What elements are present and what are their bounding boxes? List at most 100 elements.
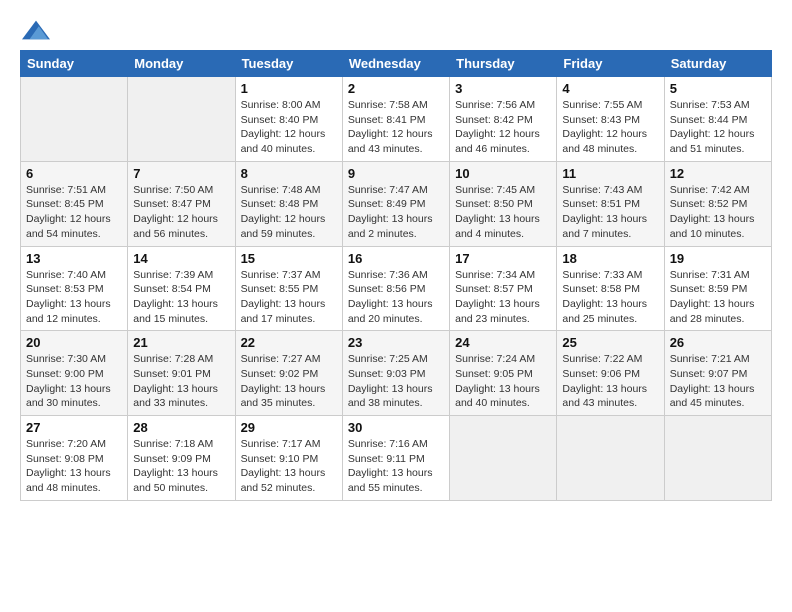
day-number: 15 bbox=[241, 251, 337, 266]
day-number: 25 bbox=[562, 335, 658, 350]
calendar-cell: 4Sunrise: 7:55 AMSunset: 8:43 PMDaylight… bbox=[557, 77, 664, 162]
calendar-header-sunday: Sunday bbox=[21, 51, 128, 77]
page: SundayMondayTuesdayWednesdayThursdayFrid… bbox=[0, 0, 792, 612]
day-number: 8 bbox=[241, 166, 337, 181]
day-number: 28 bbox=[133, 420, 229, 435]
day-number: 3 bbox=[455, 81, 551, 96]
day-number: 16 bbox=[348, 251, 444, 266]
calendar-cell: 16Sunrise: 7:36 AMSunset: 8:56 PMDayligh… bbox=[342, 246, 449, 331]
calendar-header-thursday: Thursday bbox=[450, 51, 557, 77]
day-info: Sunrise: 7:40 AMSunset: 8:53 PMDaylight:… bbox=[26, 268, 122, 327]
calendar-cell: 7 Sunrise: 7:50 AMSunset: 8:47 PMDaylight… bbox=[128, 161, 235, 246]
calendar-cell bbox=[664, 416, 771, 501]
calendar-header-tuesday: Tuesday bbox=[235, 51, 342, 77]
calendar-cell: 14 Sunrise: 7:39 AMSunset: 8:54 PMDayligh… bbox=[128, 246, 235, 331]
calendar-week-row: 13Sunrise: 7:40 AMSunset: 8:53 PMDayligh… bbox=[21, 246, 772, 331]
day-number: 9 bbox=[348, 166, 444, 181]
calendar-cell: 11 Sunrise: 7:43 AMSunset: 8:51 PMDayligh… bbox=[557, 161, 664, 246]
calendar-header-row: SundayMondayTuesdayWednesdayThursdayFrid… bbox=[21, 51, 772, 77]
day-info: Sunrise: 7:55 AMSunset: 8:43 PMDaylight:… bbox=[562, 98, 658, 157]
header bbox=[20, 16, 772, 40]
calendar-header-saturday: Saturday bbox=[664, 51, 771, 77]
calendar-cell: 25 Sunrise: 7:22 AMSunset: 9:06 PMDayligh… bbox=[557, 331, 664, 416]
calendar-header-friday: Friday bbox=[557, 51, 664, 77]
day-info: Sunrise: 7:45 AMSunset: 8:50 PMDaylight:… bbox=[455, 183, 551, 242]
day-info: Sunrise: 7:24 AMSunset: 9:05 PMDaylight:… bbox=[455, 352, 551, 411]
day-info: Sunrise: 7:43 AMSunset: 8:51 PMDaylight:… bbox=[562, 183, 658, 242]
day-number: 11 bbox=[562, 166, 658, 181]
calendar-cell: 1 Sunrise: 8:00 AMSunset: 8:40 PMDaylight… bbox=[235, 77, 342, 162]
calendar-cell: 9 Sunrise: 7:47 AMSunset: 8:49 PMDaylight… bbox=[342, 161, 449, 246]
day-info: Sunrise: 7:18 AMSunset: 9:09 PMDaylight:… bbox=[133, 437, 229, 496]
day-info: Sunrise: 7:42 AMSunset: 8:52 PMDaylight:… bbox=[670, 183, 766, 242]
calendar-cell: 10 Sunrise: 7:45 AMSunset: 8:50 PMDayligh… bbox=[450, 161, 557, 246]
calendar-cell bbox=[450, 416, 557, 501]
day-info: Sunrise: 7:17 AMSunset: 9:10 PMDaylight:… bbox=[241, 437, 337, 496]
calendar-cell: 28 Sunrise: 7:18 AMSunset: 9:09 PMDayligh… bbox=[128, 416, 235, 501]
day-number: 5 bbox=[670, 81, 766, 96]
calendar-cell bbox=[128, 77, 235, 162]
day-info: Sunrise: 7:56 AMSunset: 8:42 PMDaylight:… bbox=[455, 98, 551, 157]
calendar-cell: 13Sunrise: 7:40 AMSunset: 8:53 PMDayligh… bbox=[21, 246, 128, 331]
calendar-cell: 6 Sunrise: 7:51 AMSunset: 8:45 PMDaylight… bbox=[21, 161, 128, 246]
day-number: 24 bbox=[455, 335, 551, 350]
calendar-cell: 29 Sunrise: 7:17 AMSunset: 9:10 PMDayligh… bbox=[235, 416, 342, 501]
day-number: 2 bbox=[348, 81, 444, 96]
calendar-cell: 26Sunrise: 7:21 AMSunset: 9:07 PMDayligh… bbox=[664, 331, 771, 416]
calendar-table: SundayMondayTuesdayWednesdayThursdayFrid… bbox=[20, 50, 772, 501]
calendar-cell: 30 Sunrise: 7:16 AMSunset: 9:11 PMDayligh… bbox=[342, 416, 449, 501]
calendar-cell: 2 Sunrise: 7:58 AMSunset: 8:41 PMDaylight… bbox=[342, 77, 449, 162]
logo-triangle-icon bbox=[22, 16, 50, 44]
calendar-cell: 23Sunrise: 7:25 AMSunset: 9:03 PMDayligh… bbox=[342, 331, 449, 416]
day-info: Sunrise: 7:37 AMSunset: 8:55 PMDaylight:… bbox=[241, 268, 337, 327]
day-info: Sunrise: 7:51 AMSunset: 8:45 PMDaylight:… bbox=[26, 183, 122, 242]
calendar-week-row: 6 Sunrise: 7:51 AMSunset: 8:45 PMDaylight… bbox=[21, 161, 772, 246]
day-number: 1 bbox=[241, 81, 337, 96]
day-number: 10 bbox=[455, 166, 551, 181]
day-number: 19 bbox=[670, 251, 766, 266]
calendar-cell: 18Sunrise: 7:33 AMSunset: 8:58 PMDayligh… bbox=[557, 246, 664, 331]
day-info: Sunrise: 7:39 AMSunset: 8:54 PMDaylight:… bbox=[133, 268, 229, 327]
calendar-cell: 22 Sunrise: 7:27 AMSunset: 9:02 PMDayligh… bbox=[235, 331, 342, 416]
logo-text bbox=[20, 16, 50, 44]
calendar-header-monday: Monday bbox=[128, 51, 235, 77]
day-info: Sunrise: 7:58 AMSunset: 8:41 PMDaylight:… bbox=[348, 98, 444, 157]
calendar-cell bbox=[557, 416, 664, 501]
calendar-cell: 15 Sunrise: 7:37 AMSunset: 8:55 PMDayligh… bbox=[235, 246, 342, 331]
calendar-week-row: 1 Sunrise: 8:00 AMSunset: 8:40 PMDaylight… bbox=[21, 77, 772, 162]
day-number: 23 bbox=[348, 335, 444, 350]
calendar-cell: 12 Sunrise: 7:42 AMSunset: 8:52 PMDayligh… bbox=[664, 161, 771, 246]
day-info: Sunrise: 7:50 AMSunset: 8:47 PMDaylight:… bbox=[133, 183, 229, 242]
calendar-cell: 24 Sunrise: 7:24 AMSunset: 9:05 PMDayligh… bbox=[450, 331, 557, 416]
day-info: Sunrise: 7:34 AMSunset: 8:57 PMDaylight:… bbox=[455, 268, 551, 327]
day-info: Sunrise: 7:16 AMSunset: 9:11 PMDaylight:… bbox=[348, 437, 444, 496]
day-info: Sunrise: 7:53 AMSunset: 8:44 PMDaylight:… bbox=[670, 98, 766, 157]
day-number: 14 bbox=[133, 251, 229, 266]
day-number: 12 bbox=[670, 166, 766, 181]
calendar-week-row: 20 Sunrise: 7:30 AMSunset: 9:00 PMDayligh… bbox=[21, 331, 772, 416]
day-number: 21 bbox=[133, 335, 229, 350]
day-number: 17 bbox=[455, 251, 551, 266]
day-number: 30 bbox=[348, 420, 444, 435]
calendar-cell: 8Sunrise: 7:48 AMSunset: 8:48 PMDaylight… bbox=[235, 161, 342, 246]
calendar-cell: 27 Sunrise: 7:20 AMSunset: 9:08 PMDayligh… bbox=[21, 416, 128, 501]
day-info: Sunrise: 8:00 AMSunset: 8:40 PMDaylight:… bbox=[241, 98, 337, 157]
day-number: 27 bbox=[26, 420, 122, 435]
day-info: Sunrise: 7:30 AMSunset: 9:00 PMDaylight:… bbox=[26, 352, 122, 411]
day-info: Sunrise: 7:21 AMSunset: 9:07 PMDaylight:… bbox=[670, 352, 766, 411]
day-number: 22 bbox=[241, 335, 337, 350]
calendar-cell bbox=[21, 77, 128, 162]
calendar-cell: 17 Sunrise: 7:34 AMSunset: 8:57 PMDayligh… bbox=[450, 246, 557, 331]
day-number: 6 bbox=[26, 166, 122, 181]
day-number: 7 bbox=[133, 166, 229, 181]
day-info: Sunrise: 7:22 AMSunset: 9:06 PMDaylight:… bbox=[562, 352, 658, 411]
logo bbox=[20, 16, 50, 40]
calendar-cell: 21Sunrise: 7:28 AMSunset: 9:01 PMDayligh… bbox=[128, 331, 235, 416]
day-info: Sunrise: 7:33 AMSunset: 8:58 PMDaylight:… bbox=[562, 268, 658, 327]
day-number: 20 bbox=[26, 335, 122, 350]
day-info: Sunrise: 7:27 AMSunset: 9:02 PMDaylight:… bbox=[241, 352, 337, 411]
day-number: 29 bbox=[241, 420, 337, 435]
day-info: Sunrise: 7:20 AMSunset: 9:08 PMDaylight:… bbox=[26, 437, 122, 496]
day-info: Sunrise: 7:47 AMSunset: 8:49 PMDaylight:… bbox=[348, 183, 444, 242]
calendar-cell: 20 Sunrise: 7:30 AMSunset: 9:00 PMDayligh… bbox=[21, 331, 128, 416]
